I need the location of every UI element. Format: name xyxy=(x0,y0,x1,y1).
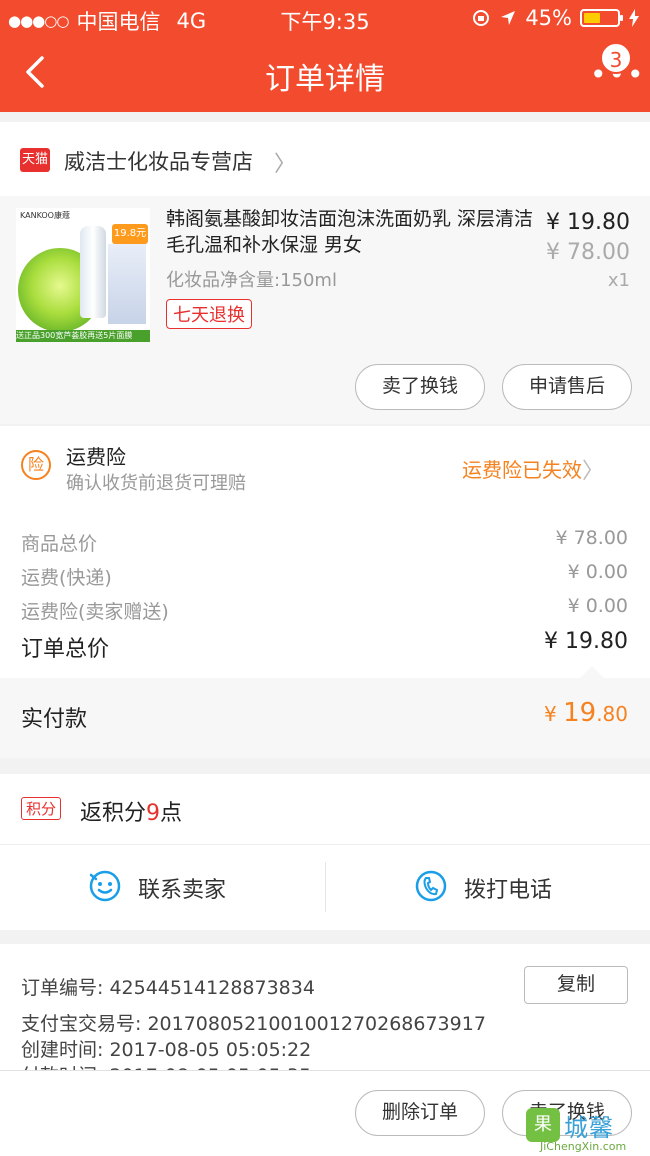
bottle-graphic xyxy=(80,226,106,318)
contact-seller-button[interactable]: 联系卖家 xyxy=(138,872,226,904)
amount-paid-value: ¥ 19.80 xyxy=(544,698,628,728)
price-row-label: 运费险(卖家赠送) xyxy=(21,601,169,623)
points-tag: 积分 xyxy=(21,797,62,820)
price-row-label: 运费(快递) xyxy=(21,567,112,589)
price-row-value: ¥ 0.00 xyxy=(567,561,628,583)
insurance-status[interactable]: 运费险已失效 xyxy=(462,454,582,483)
chevron-right-icon: 〉 xyxy=(274,152,297,177)
insurance-icon: 险 xyxy=(21,450,51,480)
alipay-trade-number: 支付宝交易号: 2017080521001001270268673917 xyxy=(21,1013,486,1035)
status-bar: ●●●○○ 中国电信 4G 下午9:35 45% xyxy=(0,0,650,36)
copy-button[interactable]: 复制 xyxy=(524,966,628,1004)
battery-icon xyxy=(580,9,623,27)
orientation-lock-icon xyxy=(473,10,490,26)
delete-order-button[interactable]: 删除订单 xyxy=(355,1090,485,1136)
call-phone-button[interactable]: 拨打电话 xyxy=(464,872,552,904)
divider xyxy=(325,862,326,912)
product-quantity: x1 xyxy=(607,270,630,291)
mask-box-graphic xyxy=(108,244,146,324)
site-watermark: 果 城馨 JiChengXin.com xyxy=(526,1108,644,1153)
tmall-logo: 天猫 xyxy=(20,148,50,172)
insurance-title: 运费险 xyxy=(66,445,126,469)
product-image-brand: KANKOO康蔻 xyxy=(20,211,70,220)
charging-icon xyxy=(629,9,639,27)
store-name[interactable]: 威洁士化妆品专营店 xyxy=(64,146,253,176)
order-total-value: ¥ 19.80 xyxy=(544,629,628,654)
product-price: ¥ 19.80 xyxy=(546,210,630,235)
product-original-price: ¥ 78.00 xyxy=(546,240,630,265)
watermark-en-text: JiChengXin.com xyxy=(540,1140,627,1153)
seven-day-return-tag: 七天退换 xyxy=(166,299,252,329)
product-image-strip: 送正品300宽芦荟胶再送5片面膜 xyxy=(16,330,150,342)
watermark-logo: 果 xyxy=(526,1108,560,1142)
insurance-subtitle: 确认收货前退货可理赔 xyxy=(66,473,246,494)
order-total-label: 订单总价 xyxy=(21,637,110,662)
sell-for-cash-button[interactable]: 卖了换钱 xyxy=(355,364,485,410)
notification-badge: 3 xyxy=(600,42,632,74)
created-time: 创建时间: 2017-08-05 05:05:22 xyxy=(21,1039,312,1061)
order-info: 订单编号: 42544514128873834 支付宝交易号: 20170805… xyxy=(0,944,650,1074)
chevron-right-icon: 〉 xyxy=(581,459,604,484)
location-icon xyxy=(501,11,516,25)
product-spec: 化妆品净含量:150ml xyxy=(166,270,337,291)
points-text: 返积分9点 xyxy=(80,801,183,826)
price-row-label: 商品总价 xyxy=(21,533,98,555)
phone-icon[interactable] xyxy=(414,869,448,903)
product-title[interactable]: 韩阁氨基酸卸妆洁面泡沫洗面奶乳 深层清洁毛孔温和补水保湿 男女 xyxy=(166,206,538,258)
pointer-notch xyxy=(580,666,604,678)
navigation-bar: 订单详情 ••• 3 xyxy=(0,36,650,112)
after-sale-button[interactable]: 申请售后 xyxy=(502,364,632,410)
product-image[interactable]: KANKOO康蔻 19.8元 送正品300宽芦荟胶再送5片面膜 xyxy=(16,208,150,342)
watermark-cn-text: 城馨 xyxy=(564,1114,614,1142)
order-number: 订单编号: 42544514128873834 xyxy=(21,977,315,999)
amount-paid-label: 实付款 xyxy=(21,707,88,732)
price-row-value: ¥ 0.00 xyxy=(567,595,628,617)
product-image-promo: 19.8元 xyxy=(112,224,148,244)
price-row-value: ¥ 78.00 xyxy=(555,527,628,549)
chat-icon[interactable] xyxy=(88,869,122,903)
page-title: 订单详情 xyxy=(265,62,385,97)
battery-percent: 45% xyxy=(525,6,572,30)
more-menu-button[interactable]: ••• 3 xyxy=(588,42,644,92)
